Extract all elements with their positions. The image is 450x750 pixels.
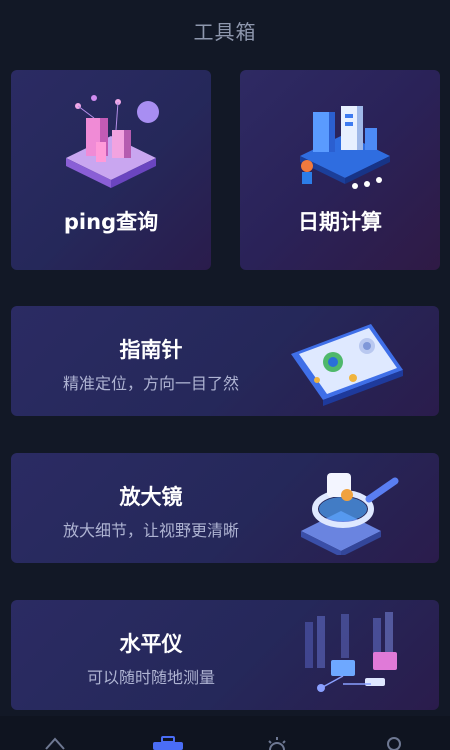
date-calculator-label: 日期计算: [298, 210, 382, 234]
compass-subtitle: 精准定位，方向一目了然: [62, 374, 239, 393]
date-calculator-card[interactable]: 日期计算: [240, 70, 440, 270]
bottom-tab-bar: [0, 716, 450, 750]
monitors-illustration: [305, 612, 397, 692]
compass-title: 指南针: [119, 338, 183, 362]
home-icon[interactable]: [44, 736, 66, 750]
ping-tool-label: ping查询: [63, 210, 159, 234]
ping-tool-card[interactable]: ping查询: [11, 70, 211, 270]
sun-icon[interactable]: [266, 736, 288, 750]
magnifier-tool-card[interactable]: 放大镜 放大细节，让视野更清晰: [11, 453, 439, 563]
magnifying-glass-illustration: [301, 473, 399, 555]
level-tool-card[interactable]: 水平仪 可以随时随地测量: [11, 600, 439, 710]
toolbox-icon[interactable]: [152, 736, 184, 750]
magnifier-subtitle: 放大细节，让视野更清晰: [62, 521, 239, 540]
page-title: 工具箱: [193, 20, 257, 44]
server-city-illustration: [66, 95, 159, 188]
data-center-illustration: [300, 106, 390, 189]
user-icon[interactable]: [384, 736, 404, 750]
magnifier-title: 放大镜: [119, 485, 183, 509]
level-subtitle: 可以随时随地测量: [86, 668, 215, 687]
level-title: 水平仪: [119, 632, 183, 656]
compass-tool-card[interactable]: 指南针 精准定位，方向一目了然: [11, 306, 439, 416]
phone-map-illustration: [291, 324, 403, 406]
